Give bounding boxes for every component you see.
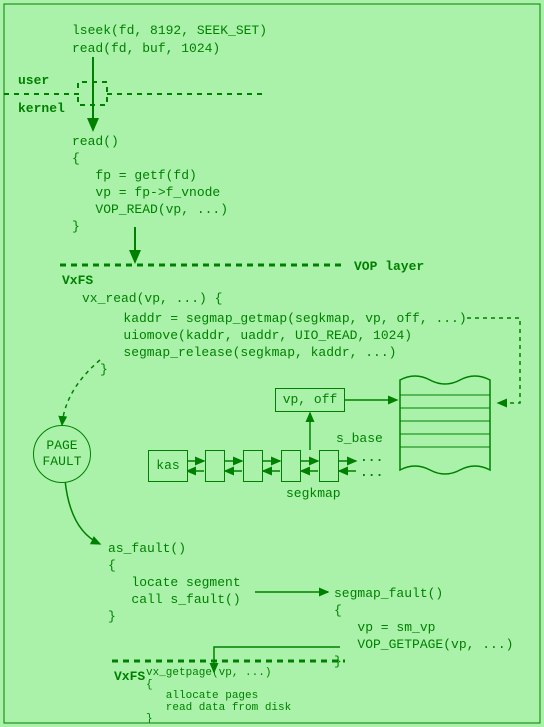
page-fault-node: PAGE FAULT bbox=[33, 425, 91, 483]
seg-node-3 bbox=[281, 450, 301, 482]
vxread-l2: kaddr = segmap_getmap(segkmap, vp, off, … bbox=[100, 310, 467, 328]
vxread-l3: uiomove(kaddr, uaddr, UIO_READ, 1024) bbox=[100, 327, 412, 345]
kernel-read-l6: } bbox=[72, 218, 80, 236]
segfault-l5: } bbox=[334, 653, 342, 671]
seg-node-2 bbox=[243, 450, 263, 482]
asfault-l5: } bbox=[108, 608, 116, 626]
segfault-l2: { bbox=[334, 602, 342, 620]
vxfs-label-1: VxFS bbox=[62, 272, 93, 290]
kernel-read-l4: vp = fp->f_vnode bbox=[72, 184, 220, 202]
vp-off-box: vp, off bbox=[275, 388, 345, 412]
vxread-l5: } bbox=[100, 361, 108, 379]
vxread-l4: segmap_release(segkmap, kaddr, ...) bbox=[100, 344, 396, 362]
vxfs-label-2: VxFS bbox=[114, 668, 145, 686]
flow-lines bbox=[0, 0, 544, 727]
kernel-read-l2: { bbox=[72, 150, 80, 168]
user-label: user bbox=[18, 72, 49, 90]
seg-node-1 bbox=[205, 450, 225, 482]
kernel-read-l5: VOP_READ(vp, ...) bbox=[72, 201, 228, 219]
diagram-canvas: lseek(fd, 8192, SEEK_SET) read(fd, buf, … bbox=[0, 0, 544, 727]
seg-node-4 bbox=[319, 450, 339, 482]
dots-bot: ... bbox=[360, 464, 383, 482]
asfault-l3: locate segment bbox=[108, 574, 241, 592]
vxread-l1: vx_read(vp, ...) { bbox=[82, 290, 222, 308]
user-code-line1: lseek(fd, 8192, SEEK_SET) bbox=[72, 22, 267, 40]
segkmap-label: segkmap bbox=[286, 485, 341, 503]
asfault-l2: { bbox=[108, 557, 116, 575]
kernel-read-l3: fp = getf(fd) bbox=[72, 167, 197, 185]
vop-layer-label: VOP layer bbox=[354, 258, 424, 276]
kernel-read-l1: read() bbox=[72, 133, 119, 151]
kas-label: kas bbox=[156, 458, 179, 473]
segfault-l1: segmap_fault() bbox=[334, 585, 443, 603]
asfault-l4: call s_fault() bbox=[108, 591, 241, 609]
segfault-l3: vp = sm_vp bbox=[334, 619, 435, 637]
page-fault-label: PAGE FAULT bbox=[34, 438, 90, 469]
kernel-label: kernel bbox=[18, 100, 65, 118]
vp-off-label: vp, off bbox=[283, 392, 338, 407]
user-code-line2: read(fd, buf, 1024) bbox=[72, 40, 220, 58]
kas-box: kas bbox=[148, 450, 188, 482]
asfault-l1: as_fault() bbox=[108, 540, 186, 558]
s-base-label: s_base bbox=[336, 430, 383, 448]
vxgetpage-l1: vx_getpage(vp, ...) { allocate pages rea… bbox=[146, 668, 291, 726]
segfault-l4: VOP_GETPAGE(vp, ...) bbox=[334, 636, 513, 654]
